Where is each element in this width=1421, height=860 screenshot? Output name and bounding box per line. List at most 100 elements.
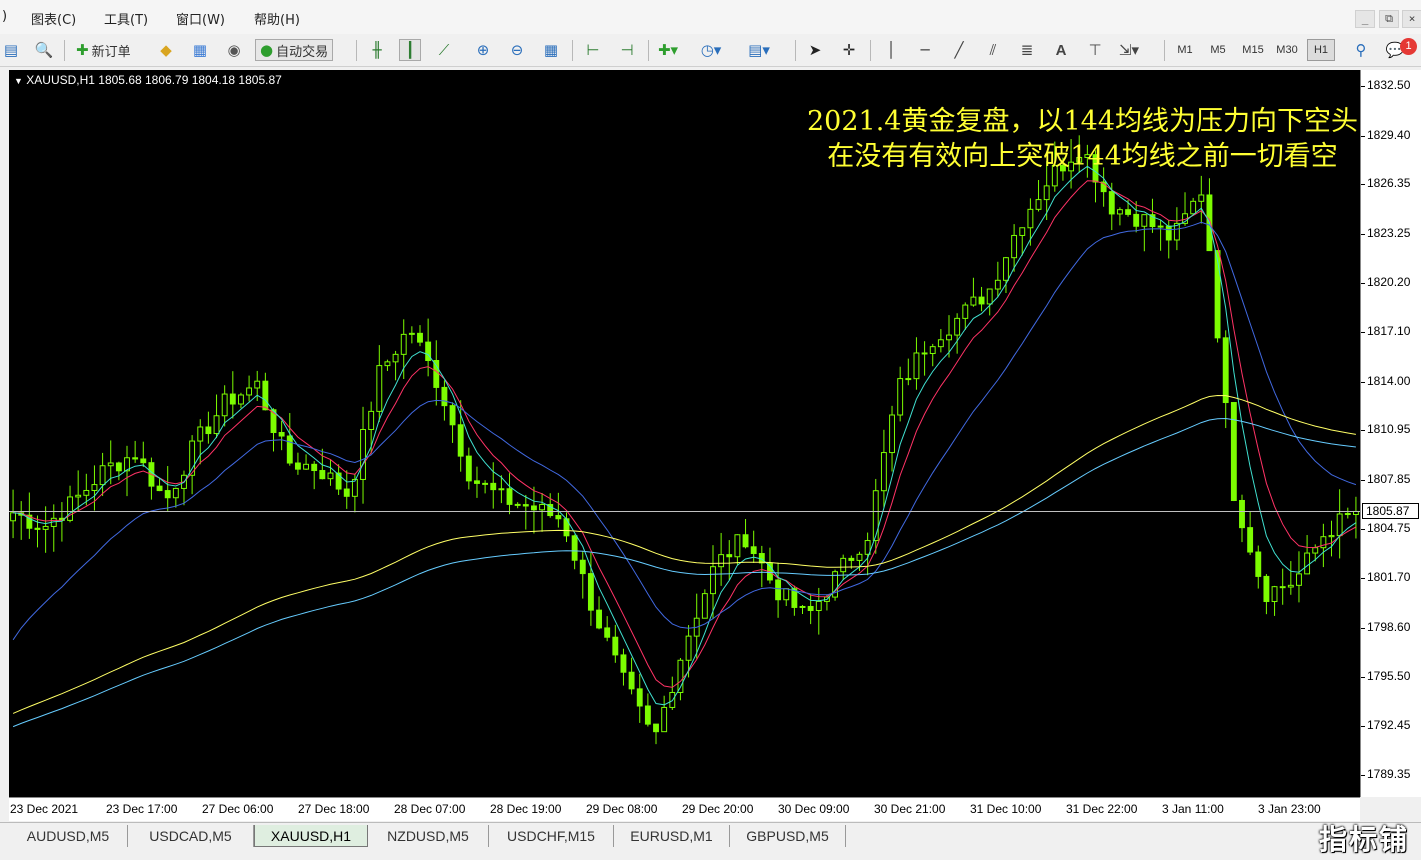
candle-body bbox=[815, 600, 822, 611]
symbol-dropdown-icon[interactable]: ▼ bbox=[14, 76, 23, 86]
timeframe-m5[interactable]: M5 bbox=[1205, 39, 1231, 61]
candle-body bbox=[555, 515, 562, 520]
candle-body bbox=[653, 723, 659, 733]
time-axis[interactable]: 23 Dec 2021 23 Dec 17:00 27 Dec 06:00 27 De… bbox=[9, 797, 1360, 821]
candle-body bbox=[449, 405, 456, 426]
close-button[interactable]: × bbox=[1402, 10, 1421, 28]
candle-body bbox=[1336, 513, 1343, 537]
candle-body bbox=[1141, 214, 1148, 227]
candle-body bbox=[221, 393, 228, 417]
crosshair-icon[interactable]: ✛ bbox=[838, 39, 860, 61]
restore-button[interactable]: ⧉ bbox=[1379, 10, 1399, 28]
annotation-line-1: 2021.4黄金复盘，以144均线为压力向下空头 bbox=[806, 106, 1358, 137]
candle-body bbox=[783, 588, 790, 601]
moving-average-line bbox=[12, 417, 1356, 728]
tab-nzdusd-m5[interactable]: NZDUSD,M5 bbox=[368, 825, 489, 847]
notification-badge[interactable]: 1 bbox=[1400, 38, 1417, 55]
new-chart-icon[interactable]: ▤ bbox=[0, 39, 22, 61]
menu-window[interactable]: 窗口(W) bbox=[176, 9, 225, 28]
templates-icon[interactable]: ▤▾ bbox=[748, 39, 770, 61]
price-tick-mark bbox=[1361, 430, 1365, 432]
chart-shift-icon[interactable]: ⊣ bbox=[616, 39, 638, 61]
cursor-icon[interactable]: ➤ bbox=[804, 39, 826, 61]
candle-body bbox=[889, 414, 895, 454]
market-watch-icon[interactable]: ▦ bbox=[189, 39, 211, 61]
menu-chart[interactable]: 图表(C) bbox=[31, 9, 76, 28]
tab-usdchf-m15[interactable]: USDCHF,M15 bbox=[489, 825, 614, 847]
candle-body bbox=[1165, 225, 1172, 241]
annotation-line-2: 在没有有效向上突破144均线之前一切看空 bbox=[827, 141, 1338, 172]
signals-icon[interactable]: ◉ bbox=[223, 39, 245, 61]
timeframe-m30[interactable]: M30 bbox=[1272, 39, 1302, 61]
candle-body bbox=[303, 463, 309, 470]
candlestick-icon[interactable]: ┃ bbox=[399, 39, 421, 61]
candle-body bbox=[197, 426, 204, 442]
profiles-icon[interactable]: 🔍 bbox=[33, 39, 55, 61]
price-tick-mark bbox=[1361, 282, 1365, 284]
chart-canvas[interactable] bbox=[9, 70, 1360, 797]
text-label-icon[interactable]: ⊤ bbox=[1084, 39, 1106, 61]
trendline-icon[interactable]: ╱ bbox=[948, 39, 970, 61]
candle-body bbox=[506, 488, 513, 505]
candle-body bbox=[1108, 191, 1115, 215]
text-icon[interactable]: A bbox=[1050, 39, 1072, 61]
price-tick-mark bbox=[1361, 529, 1365, 531]
candle-body bbox=[799, 605, 806, 608]
tab-usdcad-m5[interactable]: USDCAD,M5 bbox=[128, 825, 254, 847]
new-order-button[interactable]: ✚ 新订单 bbox=[72, 39, 135, 61]
time-tick-label: 3 Jan 23:00 bbox=[1258, 802, 1321, 816]
candle-body bbox=[571, 535, 578, 561]
candle-body bbox=[1328, 535, 1335, 538]
metaeditor-icon[interactable]: ◆ bbox=[155, 39, 177, 61]
minimize-button[interactable]: _ bbox=[1355, 10, 1375, 28]
zoom-out-icon[interactable]: ⊖ bbox=[506, 39, 528, 61]
candle-body bbox=[1043, 185, 1050, 201]
price-tick-mark bbox=[1361, 725, 1365, 727]
toolbar: ▤ 🔍 ✚ 新订单 ◆ ▦ ◉ ● 自动交易 ╫ ┃ ⟋ ⊕ ⊖ ▦ ⊢ ⊣ ✚… bbox=[0, 34, 1421, 67]
menu-help[interactable]: 帮助(H) bbox=[254, 9, 300, 28]
tab-eurusd-m1[interactable]: EURUSD,M1 bbox=[614, 825, 730, 847]
auto-trade-label: 自动交易 bbox=[276, 44, 329, 60]
candle-body bbox=[417, 332, 423, 343]
menu-fragment[interactable]: ) bbox=[2, 9, 7, 24]
menu-tools[interactable]: 工具(T) bbox=[104, 9, 148, 28]
candle-body bbox=[132, 457, 139, 460]
candle-body bbox=[807, 605, 814, 611]
price-tick-label: 1829.40 bbox=[1367, 127, 1411, 142]
timeframe-h1[interactable]: H1 bbox=[1307, 39, 1335, 61]
tab-xauusd-h1[interactable]: XAUUSD,H1 bbox=[254, 825, 368, 847]
line-chart-icon[interactable]: ⟋ bbox=[433, 39, 455, 61]
candle-body bbox=[1190, 200, 1197, 215]
tile-windows-icon[interactable]: ▦ bbox=[540, 39, 562, 61]
autoscroll-icon[interactable]: ⊢ bbox=[582, 39, 604, 61]
timeframe-m15[interactable]: M15 bbox=[1238, 39, 1268, 61]
tab-audusd-m5[interactable]: AUDUSD,M5 bbox=[9, 825, 128, 847]
candle-body bbox=[99, 465, 106, 486]
candle-body bbox=[156, 485, 163, 492]
tab-gbpusd-m5[interactable]: GBPUSD,M5 bbox=[730, 825, 846, 847]
indicators-icon[interactable]: ✚▾ bbox=[657, 39, 679, 61]
auto-trade-button[interactable]: ● 自动交易 bbox=[255, 39, 334, 61]
candle-body bbox=[1133, 213, 1140, 227]
auto-trading-icon: ● bbox=[260, 40, 274, 59]
candle-body bbox=[1304, 552, 1311, 575]
bar-chart-icon[interactable]: ╫ bbox=[366, 39, 388, 61]
equidistant-channel-icon[interactable]: ⫽ bbox=[982, 39, 1004, 61]
chart-area[interactable]: ▼ XAUUSD,H1 1805.68 1806.79 1804.18 1805… bbox=[9, 70, 1360, 797]
zoom-in-icon[interactable]: ⊕ bbox=[472, 39, 494, 61]
candle-body bbox=[140, 458, 147, 464]
candle-body bbox=[172, 487, 179, 499]
fibonacci-icon[interactable]: ≣ bbox=[1016, 39, 1038, 61]
price-axis[interactable]: 1832.50 1829.40 1826.35 1823.25 1820.20 1817.… bbox=[1360, 70, 1421, 797]
candle-body bbox=[107, 462, 114, 467]
candle-body bbox=[644, 705, 651, 725]
arrows-icon[interactable]: ⇲▾ bbox=[1118, 39, 1140, 61]
price-tick-label: 1826.35 bbox=[1367, 176, 1411, 191]
candle-body bbox=[579, 559, 586, 575]
periods-icon[interactable]: ◷▾ bbox=[700, 39, 722, 61]
search-icon[interactable]: ⚲ bbox=[1350, 39, 1372, 61]
candle-body bbox=[994, 279, 1001, 290]
vertical-line-icon[interactable]: │ bbox=[880, 39, 902, 61]
horizontal-line-icon[interactable]: ─ bbox=[914, 39, 936, 61]
timeframe-m1[interactable]: M1 bbox=[1172, 39, 1198, 61]
